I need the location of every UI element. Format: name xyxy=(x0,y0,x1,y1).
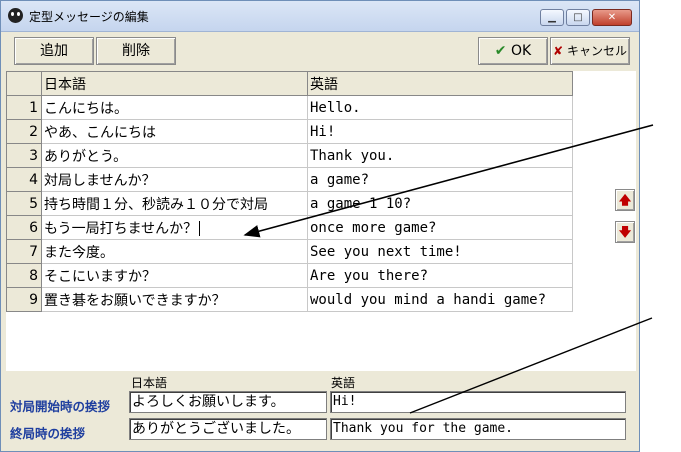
table-row[interactable]: 8 そこにいますか？ Are you there? xyxy=(6,263,573,288)
start-greeting-en-input[interactable]: Hi! xyxy=(330,391,626,413)
row-number[interactable]: 6 xyxy=(6,215,42,240)
row-number[interactable]: 3 xyxy=(6,143,42,168)
cell-ja[interactable]: やあ、こんにちは xyxy=(41,119,308,144)
table-row-selected[interactable]: 6 もう一局打ちませんか？ once more game? xyxy=(6,215,573,240)
cell-en[interactable]: See you next time! xyxy=(307,239,573,264)
minimize-button[interactable]: ▁ xyxy=(540,9,564,26)
table-row[interactable]: 3 ありがとう。 Thank you. xyxy=(6,143,573,168)
column-header-ja[interactable]: 日本語 xyxy=(41,71,308,96)
cell-ja-text: もう一局打ちませんか？ xyxy=(44,220,198,237)
end-greeting-label: 終局時の挨拶 xyxy=(10,426,86,441)
cell-ja[interactable]: 対局しませんか？ xyxy=(41,167,308,192)
row-number[interactable]: 9 xyxy=(6,287,42,312)
cell-ja-editing[interactable]: もう一局打ちませんか？ xyxy=(41,215,308,240)
cancel-button-label: キャンセル xyxy=(566,44,627,58)
message-grid: 日本語 英語 1 こんにちは。 Hello. 2 やあ、こんにちは Hi! 3 … xyxy=(6,71,636,371)
cancel-button[interactable]: ✘ キャンセル xyxy=(550,37,630,65)
cell-ja[interactable]: 持ち時間１分、秒読み１０分で対局 xyxy=(41,191,308,216)
maximize-button[interactable]: □ xyxy=(566,9,590,26)
row-number[interactable]: 7 xyxy=(6,239,42,264)
column-label-en: 英語 xyxy=(331,376,356,390)
row-number[interactable]: 8 xyxy=(6,263,42,288)
app-icon xyxy=(8,8,23,23)
cell-en[interactable]: a game 1 10? xyxy=(307,191,573,216)
corner-cell xyxy=(6,71,42,96)
cell-ja[interactable]: こんにちは。 xyxy=(41,95,308,120)
move-down-button[interactable]: 🡇 xyxy=(615,221,635,243)
table-row[interactable]: 7 また今度。 See you next time! xyxy=(6,239,573,264)
add-button-label: 追加 xyxy=(40,43,68,59)
start-greeting-label: 対局開始時の挨拶 xyxy=(10,399,111,414)
window-title: 定型メッセージの編集 xyxy=(29,10,149,24)
row-number[interactable]: 1 xyxy=(6,95,42,120)
end-greeting-en-input[interactable]: Thank you for the game. xyxy=(330,418,626,440)
table-row[interactable]: 5 持ち時間１分、秒読み１０分で対局 a game 1 10? xyxy=(6,191,573,216)
title-bar[interactable]: 定型メッセージの編集 ▁ □ ✕ xyxy=(1,1,639,32)
arrow-down-icon: 🡇 xyxy=(618,225,632,239)
cell-ja[interactable]: そこにいますか？ xyxy=(41,263,308,288)
delete-button-label: 削除 xyxy=(122,43,150,59)
row-number[interactable]: 5 xyxy=(6,191,42,216)
cell-en[interactable]: Are you there? xyxy=(307,263,573,288)
toolbar: 追加 削除 ✔ OK ✘ キャンセル xyxy=(6,37,636,67)
arrow-up-icon: 🡅 xyxy=(618,193,632,207)
message-table: 日本語 英語 1 こんにちは。 Hello. 2 やあ、こんにちは Hi! 3 … xyxy=(6,71,573,312)
greeting-settings: 日本語 英語 対局開始時の挨拶 よろしくお願いします。 Hi! 終局時の挨拶 あ… xyxy=(6,373,636,448)
edit-messages-window: 定型メッセージの編集 ▁ □ ✕ 追加 削除 ✔ OK ✘ キャンセル 日本語 … xyxy=(0,0,640,452)
cell-ja[interactable]: ありがとう。 xyxy=(41,143,308,168)
column-label-ja: 日本語 xyxy=(131,376,168,390)
cross-icon: ✘ xyxy=(553,44,564,58)
move-up-button[interactable]: 🡅 xyxy=(615,189,635,211)
close-button[interactable]: ✕ xyxy=(592,9,632,26)
cell-en[interactable]: Hi! xyxy=(307,119,573,144)
ok-button-label: OK xyxy=(510,43,532,59)
table-row[interactable]: 4 対局しませんか？ a game? xyxy=(6,167,573,192)
cell-en[interactable]: once more game? xyxy=(307,215,573,240)
table-row[interactable]: 2 やあ、こんにちは Hi! xyxy=(6,119,573,144)
start-greeting-ja-input[interactable]: よろしくお願いします。 xyxy=(129,391,327,413)
cell-ja[interactable]: 置き碁をお願いできますか？ xyxy=(41,287,308,312)
column-header-en[interactable]: 英語 xyxy=(307,71,573,96)
add-button[interactable]: 追加 xyxy=(14,37,94,65)
cell-ja[interactable]: また今度。 xyxy=(41,239,308,264)
check-icon: ✔ xyxy=(494,43,507,59)
end-greeting-ja-input[interactable]: ありがとうございました。 xyxy=(129,418,327,440)
table-row[interactable]: 9 置き碁をお願いできますか？ would you mind a handi g… xyxy=(6,287,573,312)
table-row[interactable]: 1 こんにちは。 Hello. xyxy=(6,95,573,120)
cell-en[interactable]: would you mind a handi game? xyxy=(307,287,573,312)
cell-en[interactable]: Hello. xyxy=(307,95,573,120)
row-number[interactable]: 4 xyxy=(6,167,42,192)
header-row: 日本語 英語 xyxy=(6,71,573,96)
text-caret xyxy=(199,221,201,236)
row-number[interactable]: 2 xyxy=(6,119,42,144)
cell-en[interactable]: a game? xyxy=(307,167,573,192)
ok-button[interactable]: ✔ OK xyxy=(478,37,548,65)
delete-button[interactable]: 削除 xyxy=(96,37,176,65)
cell-en[interactable]: Thank you. xyxy=(307,143,573,168)
